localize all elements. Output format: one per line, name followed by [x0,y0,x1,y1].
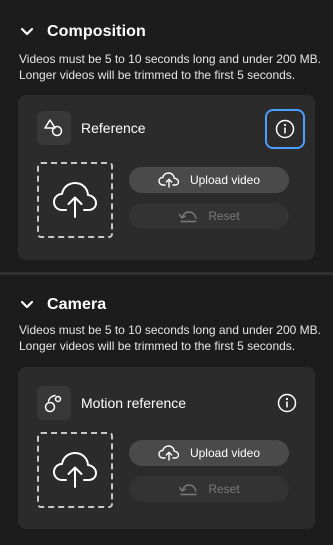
reset-button[interactable]: Reset [129,476,289,502]
card-header: Reference [37,111,146,145]
info-icon [275,119,295,139]
card-title: Reference [81,120,146,136]
section-description: Videos must be 5 to 10 seconds long and … [19,52,321,82]
composition-section: Composition Videos must be 5 to 10 secon… [0,0,333,272]
info-button[interactable] [265,109,305,149]
section-description: Videos must be 5 to 10 seconds long and … [19,323,321,353]
composition-section-header[interactable]: Composition [20,21,146,43]
info-button[interactable] [267,383,307,423]
cloud-upload-icon [51,450,99,490]
card-title: Motion reference [81,395,187,411]
cloud-upload-icon [158,172,180,188]
upload-video-button[interactable]: Upload video [129,440,289,466]
motion-reference-card: Motion reference Upload video Reset [18,367,315,529]
upload-video-button[interactable]: Upload video [129,167,289,193]
shapes-icon [37,111,71,145]
motion-icon [37,386,71,420]
upload-video-label: Upload video [189,173,261,187]
info-icon [277,393,297,413]
upload-dropzone[interactable] [37,432,113,508]
cloud-upload-icon [158,445,180,461]
reset-label: Reset [208,482,240,496]
camera-section-header[interactable]: Camera [20,294,106,316]
upload-dropzone[interactable] [37,162,113,238]
reset-label: Reset [208,209,240,223]
undo-icon [178,482,198,496]
reset-button[interactable]: Reset [129,203,289,229]
section-title: Composition [47,23,146,40]
reference-card: Reference Upload video Reset [18,95,315,260]
chevron-down-icon [20,25,34,39]
card-header: Motion reference [37,386,186,420]
section-title: Camera [47,296,107,313]
upload-video-label: Upload video [189,446,261,460]
chevron-down-icon [20,298,34,312]
undo-icon [178,209,198,223]
cloud-upload-icon [51,180,99,220]
